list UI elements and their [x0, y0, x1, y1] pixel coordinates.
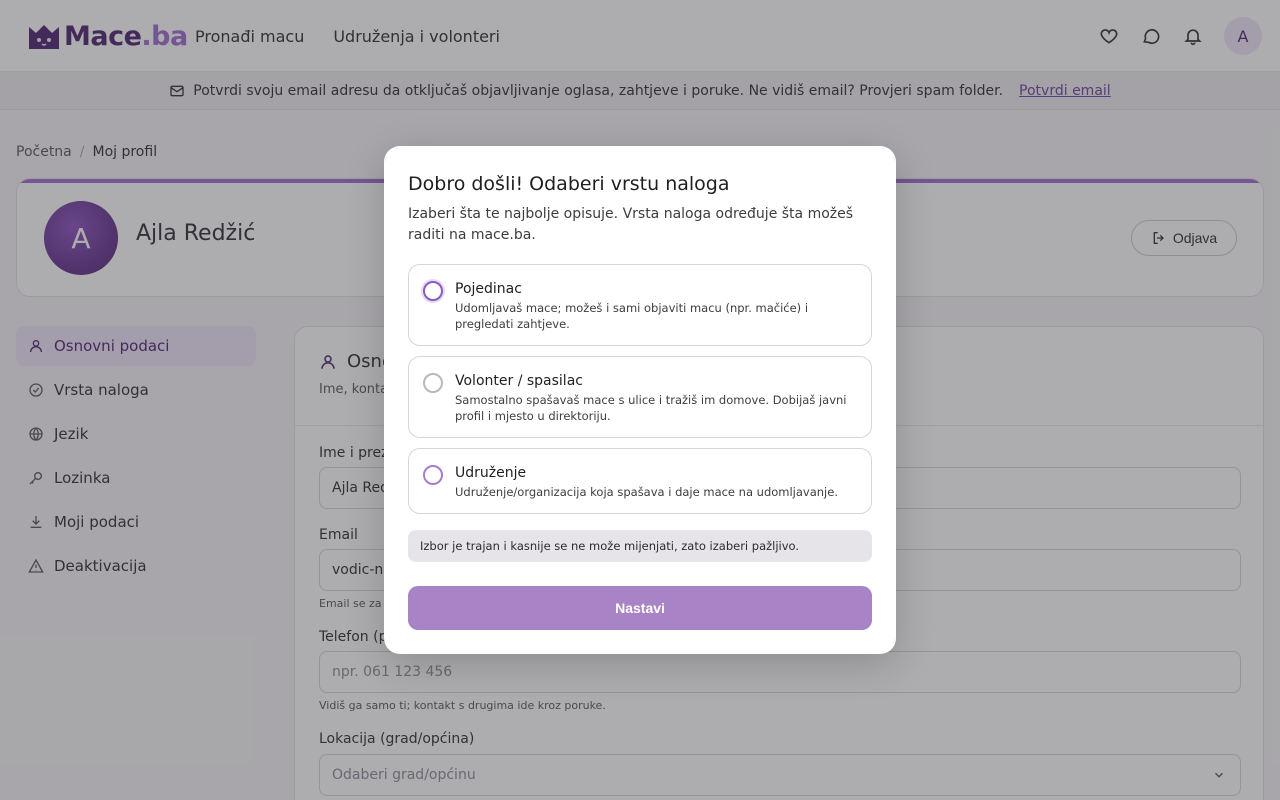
account-type-modal: Dobro došli! Odaberi vrstu naloga Izaber…: [384, 146, 896, 654]
option-title: Volonter / spasilac: [455, 373, 583, 389]
option-title: Udruženje: [455, 465, 527, 481]
radio-individual[interactable]: [423, 281, 443, 301]
modal-description: Izaberi šta te najbolje opisuje. Vrsta n…: [408, 206, 854, 243]
permanent-choice-notice: Izbor je trajan i kasnije se ne može mij…: [408, 530, 872, 562]
option-description: Udomljavaš mace; možeš i sami objaviti m…: [455, 301, 809, 331]
radio-volunteer[interactable]: [423, 373, 443, 393]
option-individual[interactable]: Pojedinac Udomljavaš mace; možeš i sami …: [408, 264, 872, 346]
option-description: Samostalno spašavaš mace s ulice i traži…: [455, 393, 847, 423]
option-volunteer[interactable]: Volonter / spasilac Samostalno spašavaš …: [408, 356, 872, 438]
radio-association[interactable]: [423, 465, 443, 485]
option-title: Pojedinac: [455, 281, 522, 297]
continue-button[interactable]: Nastavi: [408, 586, 872, 630]
option-association[interactable]: Udruženje Udruženje/organizacija koja sp…: [408, 448, 872, 514]
modal-title: Dobro došli! Odaberi vrstu naloga: [408, 173, 730, 195]
option-description: Udruženje/organizacija koja spašava i da…: [455, 485, 838, 499]
